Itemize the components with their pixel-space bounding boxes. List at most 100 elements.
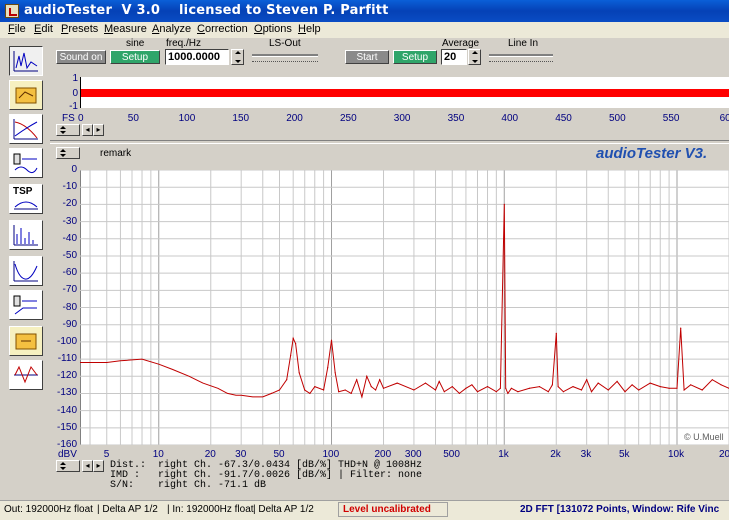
data-point <box>503 203 505 205</box>
scope-x-tick: 60 <box>719 113 729 124</box>
data-point <box>499 387 501 389</box>
sn-value: right Ch. -71.1 dB <box>158 480 267 491</box>
tsp-label: TSP <box>13 186 33 197</box>
spectrum-tool[interactable] <box>9 220 43 250</box>
scope-y-tick: 1 <box>72 73 78 84</box>
frequency-input[interactable]: 1000.0000 <box>165 49 229 65</box>
average-input[interactable]: 20 <box>441 49 467 65</box>
menu-options[interactable]: Options <box>254 23 292 35</box>
data-point <box>465 387 467 389</box>
data-point <box>443 391 445 393</box>
data-point <box>528 387 531 389</box>
line-in-slider[interactable] <box>489 51 553 62</box>
oscilloscope-tool[interactable] <box>9 46 43 76</box>
data-point <box>505 387 507 389</box>
app-icon <box>5 4 19 18</box>
y-tick-label: 0 <box>71 164 77 175</box>
data-point <box>330 339 333 341</box>
data-point <box>298 372 300 374</box>
sound-on-button[interactable]: Sound on <box>56 50 106 64</box>
sine-label: sine <box>126 38 145 49</box>
waveform-tool[interactable] <box>9 360 43 390</box>
plot-scroll-right-button[interactable]: ▸ <box>93 460 104 472</box>
start-button[interactable]: Start <box>345 50 389 64</box>
plot-scroll-left-button[interactable]: ◂ <box>82 460 93 472</box>
data-point <box>413 389 415 391</box>
status-out: Out: 192000Hz float <box>4 504 93 515</box>
average-label: Average <box>442 38 480 49</box>
data-point <box>659 386 661 388</box>
watermark: audioTester V3. <box>596 145 708 162</box>
data-point <box>638 389 640 391</box>
tsp-tool[interactable]: TSP <box>9 184 43 214</box>
plot-zoom-spinner[interactable] <box>56 460 80 472</box>
y-tick-label: -130 <box>56 387 77 399</box>
scope-x-tick: 0 <box>78 113 84 124</box>
data-point <box>624 391 626 393</box>
average-spinner[interactable] <box>468 49 481 65</box>
scope-x-tick: 400 <box>501 113 519 124</box>
thd-tool[interactable] <box>9 256 43 286</box>
data-point <box>495 391 497 393</box>
menu-edit[interactable]: Edit <box>34 23 53 35</box>
data-point <box>338 391 340 393</box>
data-point <box>458 392 460 394</box>
y-tick-label: -50 <box>62 249 77 261</box>
y-tick-label: -110 <box>57 353 77 365</box>
remark-spinner[interactable] <box>56 147 80 159</box>
x-tick-label: 10k <box>667 449 685 460</box>
data-point <box>438 380 440 382</box>
y-tick-label: -80 <box>62 301 77 313</box>
scroll-left-button[interactable]: ◂ <box>82 124 93 136</box>
filter-tool[interactable] <box>9 290 43 320</box>
impedance-tool[interactable] <box>9 148 43 178</box>
scope-x-tick: 250 <box>340 113 357 124</box>
menu-measure[interactable]: Measure <box>104 23 147 35</box>
data-point <box>510 387 512 389</box>
frequency-spinner[interactable] <box>231 49 244 65</box>
data-point <box>334 372 336 374</box>
frequency-response-tool[interactable] <box>9 114 43 144</box>
data-point <box>471 384 473 386</box>
data-point <box>271 392 273 394</box>
scope-zoom-spinner[interactable] <box>56 124 80 136</box>
scope-strip <box>80 77 729 108</box>
setup-generator-button[interactable]: Setup <box>110 50 160 64</box>
data-point <box>375 389 377 391</box>
data-point <box>323 389 325 391</box>
x-tick-label: 200 <box>374 449 392 460</box>
sn-label: S/N: <box>110 480 135 491</box>
setup-analyzer-button[interactable]: Setup <box>393 50 437 64</box>
scope-x-tick: 450 <box>555 113 572 124</box>
status-in: | In: 192000Hz float <box>167 504 254 515</box>
presets-tool[interactable] <box>9 80 43 110</box>
export-tool[interactable] <box>9 326 43 356</box>
status-bar: Out: 192000Hz float | Delta AP 1/2 | In:… <box>0 500 729 520</box>
scope-x-tick: 100 <box>178 113 196 124</box>
unit-label: dBV <box>58 449 77 460</box>
status-fft: 2D FFT [131072 Points, Window: Rife Vinc <box>520 504 720 515</box>
scope-x-tick: 550 <box>662 113 680 124</box>
remark-label: remark <box>100 148 132 159</box>
menu-correction[interactable]: Correction <box>197 23 248 35</box>
x-tick-label: 3k <box>580 449 592 460</box>
y-tick-label: -150 <box>56 421 77 433</box>
ls-out-slider[interactable] <box>252 51 318 62</box>
data-point <box>607 389 609 391</box>
data-point <box>278 389 281 391</box>
title-bar: audioTester V 3.0 licensed to Steven P. … <box>0 0 729 22</box>
scope-y-tick: -1 <box>69 101 78 112</box>
data-point <box>350 392 352 394</box>
menu-analyze[interactable]: Analyze <box>152 23 191 35</box>
menu-file[interactable]: File <box>8 23 26 35</box>
data-point <box>668 387 670 389</box>
data-point <box>451 386 453 388</box>
scroll-right-button[interactable]: ▸ <box>93 124 104 136</box>
data-point <box>396 382 398 384</box>
menu-presets[interactable]: Presets <box>61 23 98 35</box>
data-point <box>382 387 385 389</box>
menu-bar: File Edit Presets Measure Analyze Correction O… <box>0 22 729 38</box>
menu-help[interactable]: Help <box>298 23 321 35</box>
freq-label: freq./Hz <box>166 38 202 49</box>
x-tick-label: 10 <box>152 449 164 460</box>
